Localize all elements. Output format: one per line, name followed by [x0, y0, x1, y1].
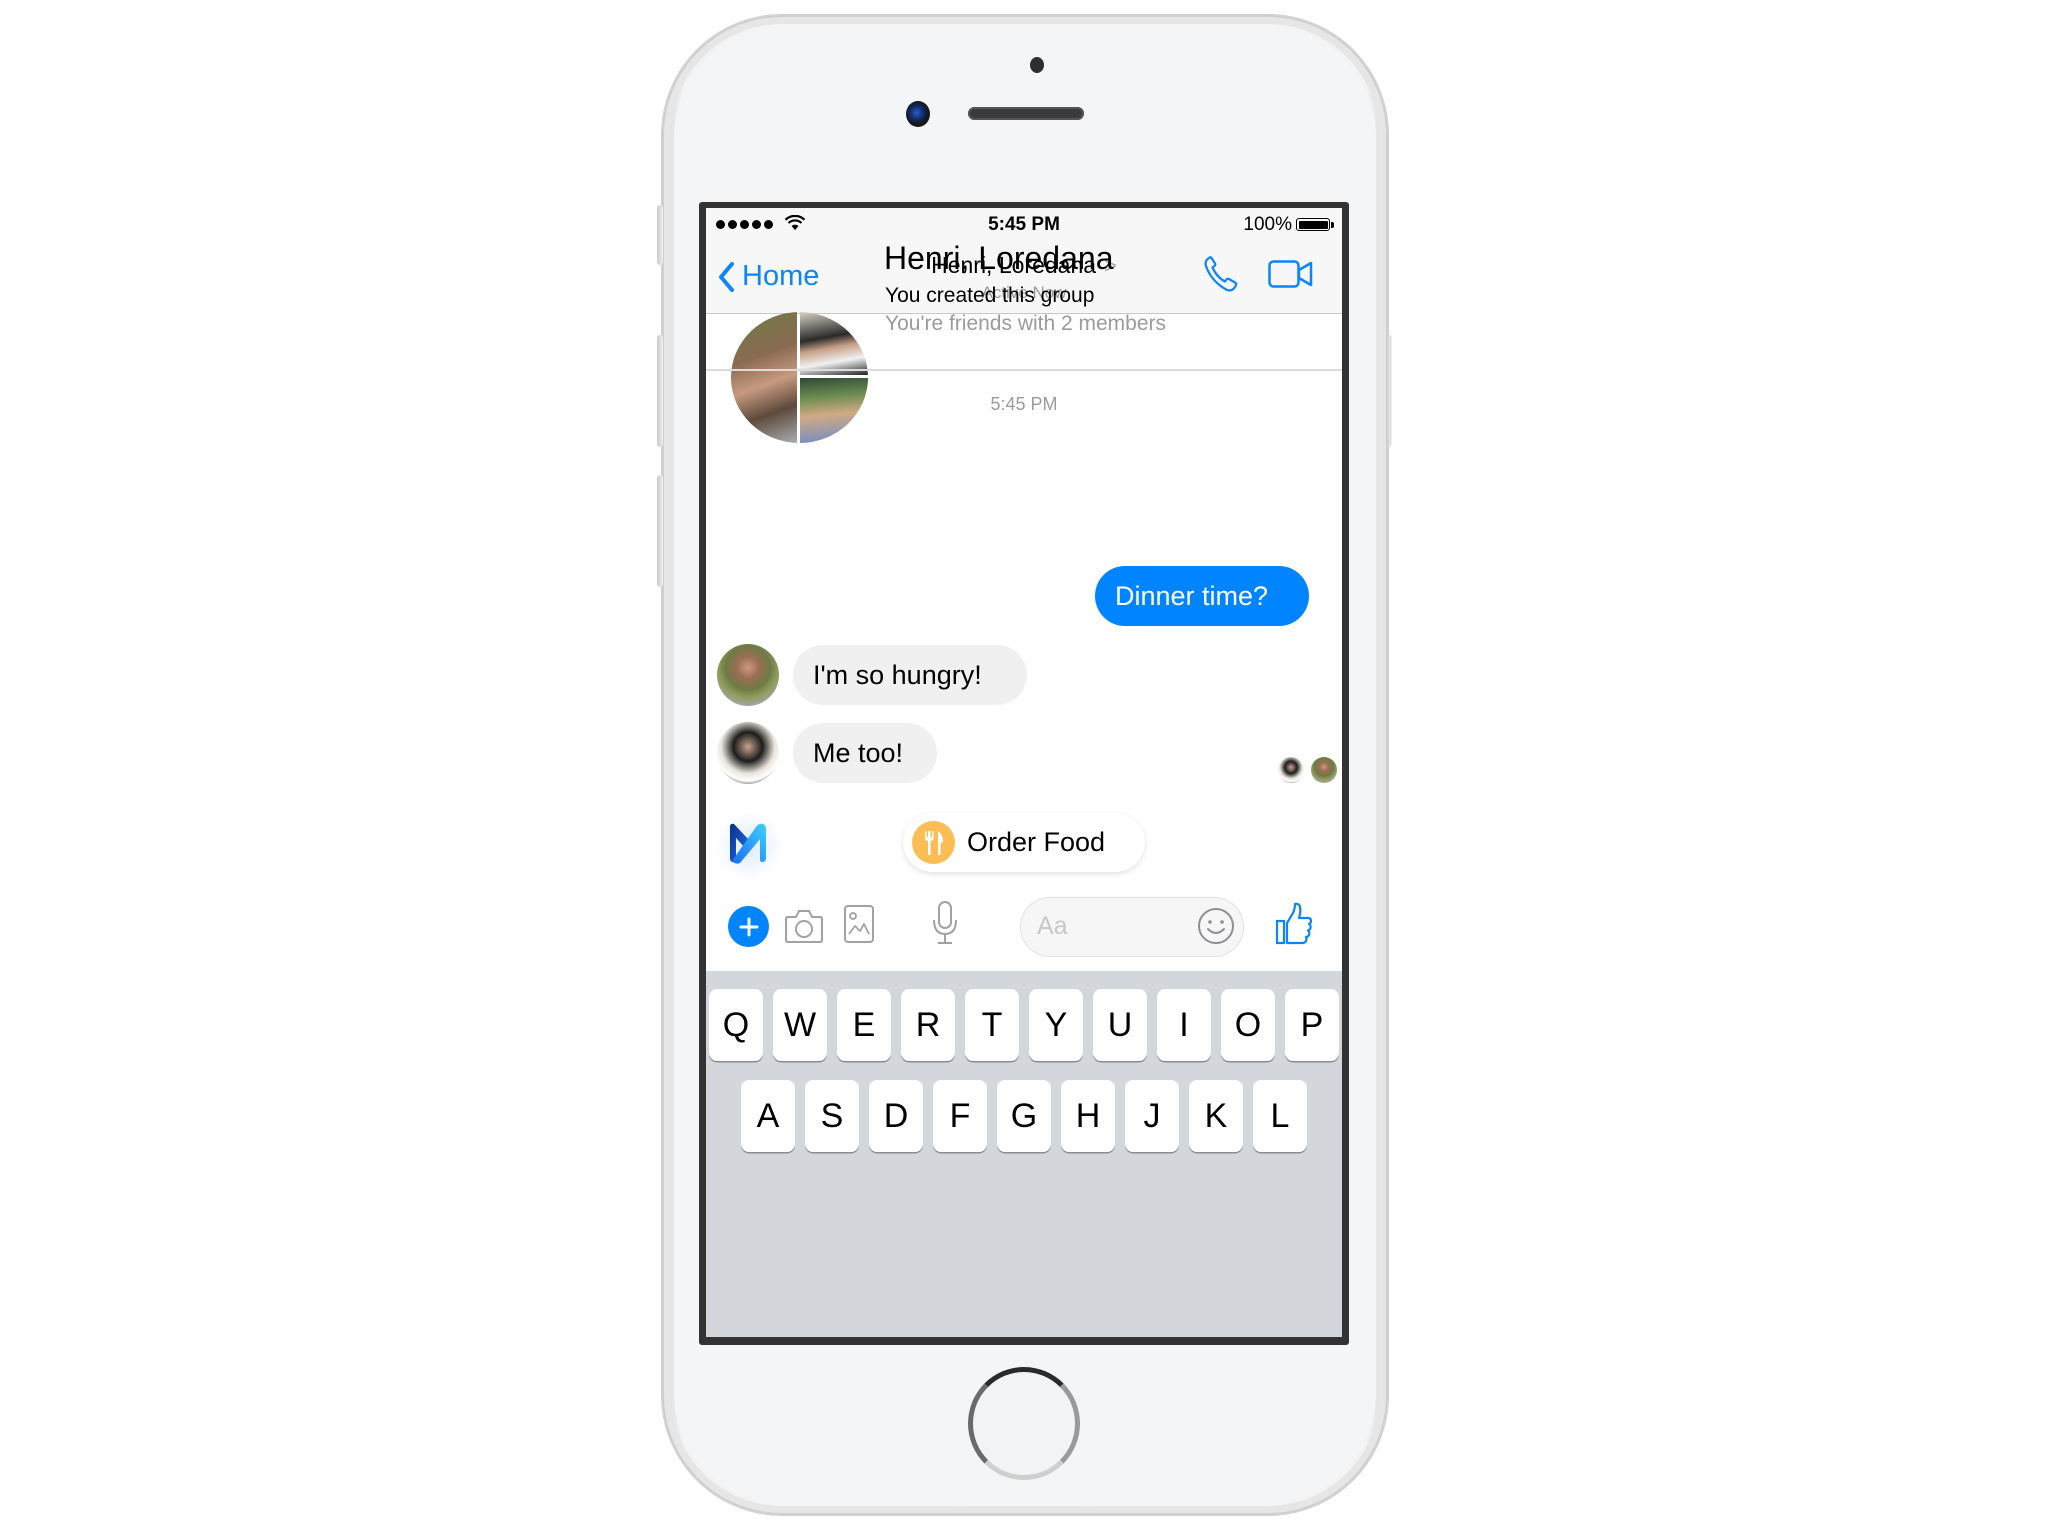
key-r[interactable]: R [901, 989, 955, 1061]
key-f[interactable]: F [933, 1080, 987, 1152]
emoji-icon[interactable] [1197, 907, 1235, 945]
video-camera-icon[interactable] [1268, 260, 1314, 288]
message-text: I'm so hungry! [813, 659, 982, 690]
header-divider [706, 369, 1342, 371]
key-w[interactable]: W [773, 989, 827, 1061]
microphone-icon[interactable] [932, 900, 958, 946]
mutual-friends-text: You're friends with 2 members [885, 312, 1167, 335]
battery-tip [1331, 222, 1334, 228]
key-y[interactable]: Y [1029, 989, 1083, 1061]
message-text: Me too! [813, 737, 904, 768]
read-receipt-loredana [1278, 757, 1304, 783]
message-text: Dinner time? [1115, 580, 1269, 611]
keyboard: QWERTYUIOP ASDFGHJKL ZXCVBNM 123 [706, 971, 1342, 1337]
proximity-sensor [1030, 57, 1044, 73]
key-q[interactable]: Q [709, 989, 763, 1061]
messenger-screen: 5:45 PM 100% Home Henri, Loredana > Activ… [706, 208, 1342, 1337]
group-avatar[interactable] [731, 312, 868, 443]
m-assistant-icon[interactable] [726, 821, 770, 865]
key-a[interactable]: A [741, 1080, 795, 1152]
front-camera [906, 101, 930, 127]
message-input[interactable]: Aa [1020, 897, 1244, 957]
status-bar: 5:45 PM 100% [706, 208, 1342, 240]
key-l[interactable]: L [1253, 1080, 1307, 1152]
key-o[interactable]: O [1221, 989, 1275, 1061]
read-receipt-henri [1311, 757, 1337, 783]
key-e[interactable]: E [837, 989, 891, 1061]
message-bubble-incoming[interactable]: I'm so hungry! [793, 645, 1027, 705]
member-photo-loredana [800, 312, 868, 375]
group-name: Henri, Loredana [884, 240, 1114, 276]
battery-percentage: 100% [1243, 214, 1292, 235]
key-p[interactable]: P [1285, 989, 1339, 1061]
power-button [1386, 335, 1392, 447]
camera-icon[interactable] [784, 908, 824, 944]
avatar-henri[interactable] [717, 644, 779, 706]
fork-knife-icon [912, 821, 955, 864]
phone-icon[interactable] [1203, 255, 1239, 293]
key-d[interactable]: D [869, 1080, 923, 1152]
mute-switch [657, 205, 663, 265]
message-timestamp: 5:45 PM [990, 394, 1058, 414]
key-s[interactable]: S [805, 1080, 859, 1152]
battery-icon [1296, 218, 1330, 231]
image-icon[interactable] [843, 904, 875, 944]
message-bubble-outgoing[interactable]: Dinner time? [1095, 566, 1309, 626]
member-photo-henri [731, 312, 797, 443]
volume-down-button [657, 475, 663, 587]
chip-label: Order Food [967, 827, 1106, 857]
key-g[interactable]: G [997, 1080, 1051, 1152]
key-k[interactable]: K [1189, 1080, 1243, 1152]
key-h[interactable]: H [1061, 1080, 1115, 1152]
group-created-text: You created this group [885, 284, 1095, 307]
order-food-chip[interactable]: Order Food [903, 813, 1145, 872]
message-bubble-incoming[interactable]: Me too! [793, 723, 937, 783]
thumbs-up-icon[interactable] [1275, 901, 1313, 945]
key-i[interactable]: I [1157, 989, 1211, 1061]
key-j[interactable]: J [1125, 1080, 1179, 1152]
avatar-loredana[interactable] [717, 722, 779, 784]
volume-up-button [657, 335, 663, 447]
message-input-placeholder: Aa [1037, 912, 1068, 940]
plus-icon[interactable] [728, 906, 769, 947]
key-t[interactable]: T [965, 989, 1019, 1061]
earpiece-speaker [968, 107, 1084, 120]
key-u[interactable]: U [1093, 989, 1147, 1061]
home-button[interactable] [968, 1367, 1080, 1480]
